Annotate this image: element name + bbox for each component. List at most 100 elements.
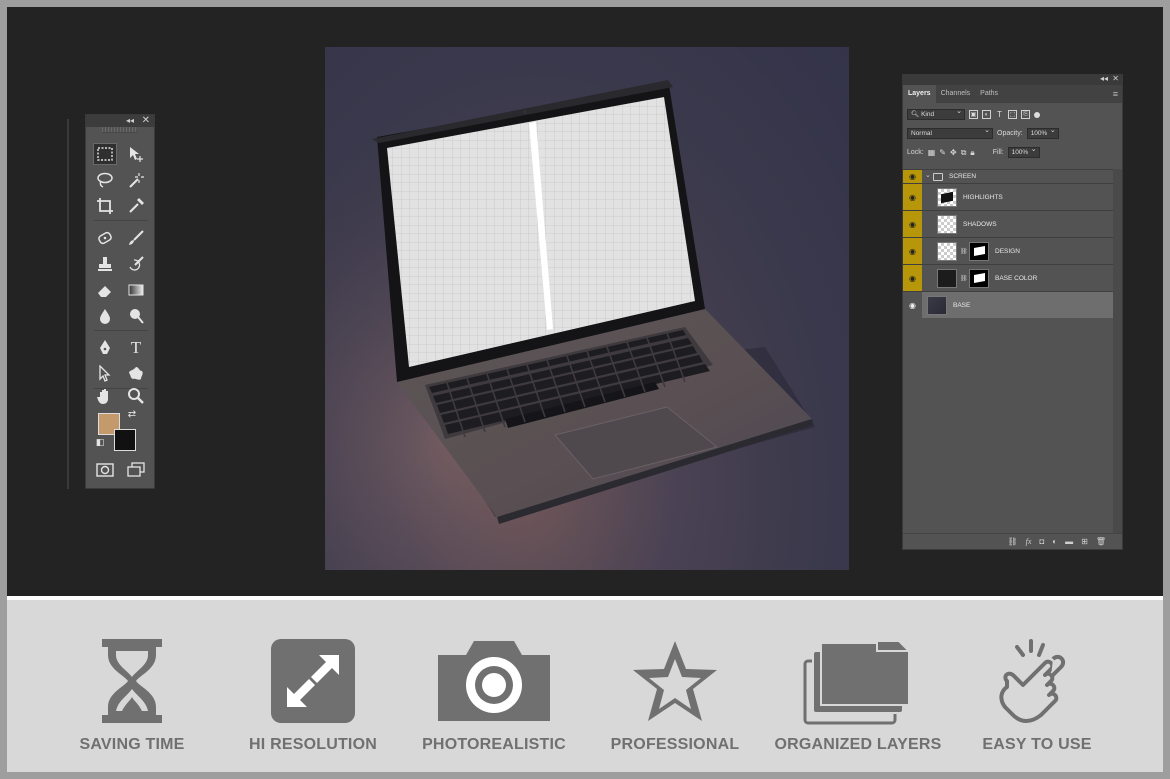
link-icon[interactable]: ⛓ [960, 248, 968, 255]
visibility-eye-icon[interactable]: ◉ [903, 265, 922, 291]
filter-kind-select[interactable]: 🔍︎ Kind [907, 107, 965, 120]
gradient-tool-icon[interactable] [124, 279, 148, 301]
layer-name: SHADOWS [963, 221, 997, 228]
pen-tool-icon[interactable] [93, 337, 117, 359]
double-chevron-left-icon[interactable]: ◂◂ [126, 115, 134, 127]
features-strip: SAVING TIME HI RESOLUTION PHOTOREALISTIC [7, 600, 1163, 772]
trash-icon[interactable]: 🗑︎ [1096, 537, 1106, 546]
tab-channels[interactable]: Channels [936, 85, 976, 103]
blend-mode-select[interactable]: Normal [907, 126, 993, 139]
visibility-eye-icon[interactable]: ◉ [903, 184, 922, 210]
lock-row: Lock: ▦ ✎ ✥ ⧉ 🔒︎ Fill: 100% [903, 143, 1122, 162]
lasso-tool-icon[interactable] [93, 169, 117, 191]
close-icon[interactable]: ✕ [1112, 74, 1119, 83]
lock-position-icon[interactable]: ✥ [950, 148, 957, 157]
layer-design[interactable]: ◉ ⛓ DESIGN [903, 237, 1114, 264]
tool-separator [94, 330, 148, 331]
filter-shape-icon[interactable]: ⬚ [1008, 110, 1017, 119]
layers-panel: ◂◂ ✕ Layers Channels Paths ≡ 🔍︎ Kind ▣ ◐… [902, 74, 1123, 550]
document-canvas[interactable] [325, 47, 849, 570]
quick-mask-icon[interactable] [93, 459, 117, 481]
tab-layers[interactable]: Layers [903, 85, 936, 103]
panel-dock-edge [67, 119, 69, 489]
tab-paths[interactable]: Paths [975, 85, 1003, 103]
visibility-eye-icon[interactable]: ◉ [903, 292, 922, 318]
folders-icon [803, 640, 912, 725]
feature-label: ORGANIZED LAYERS [774, 736, 942, 753]
background-color-swatch[interactable] [114, 429, 136, 451]
new-group-icon[interactable]: ▬ [1065, 537, 1073, 546]
layers-panel-header[interactable]: ◂◂ ✕ [903, 74, 1122, 85]
layer-filter-row: 🔍︎ Kind ▣ ◐ T ⬚ ⎘ [903, 105, 1122, 124]
marquee-tool-icon[interactable] [93, 143, 117, 165]
lock-transparency-icon[interactable]: ▦ [928, 148, 936, 157]
history-brush-tool-icon[interactable] [124, 253, 148, 275]
close-icon[interactable]: ✕ [142, 115, 150, 127]
default-colors-icon[interactable]: ◧ [92, 435, 108, 449]
zoom-tool-icon[interactable] [124, 385, 148, 407]
panel-menu-icon[interactable]: ≡ [1113, 89, 1118, 99]
feature-label: EASY TO USE [982, 736, 1092, 753]
double-chevron-left-icon[interactable]: ◂◂ [1100, 74, 1108, 83]
layer-group-screen[interactable]: ◉ ⌄ SCREEN [903, 169, 1114, 183]
healing-brush-tool-icon[interactable] [93, 227, 117, 249]
layer-shadows[interactable]: ◉ SHADOWS [903, 210, 1114, 237]
filter-pixel-icon[interactable]: ▣ [969, 110, 978, 119]
fill-label: Fill: [992, 149, 1004, 156]
feature-label: PHOTOREALISTIC [422, 736, 566, 753]
tools-panel-header[interactable]: ◂◂ ✕ [86, 115, 154, 127]
eraser-tool-icon[interactable] [93, 279, 117, 301]
layers-scrollbar[interactable] [1113, 169, 1122, 533]
panel-grip[interactable] [102, 127, 138, 133]
adjustment-layer-icon[interactable]: ◐ [1052, 537, 1057, 546]
eyedropper-tool-icon[interactable] [124, 195, 148, 217]
filter-type-icon[interactable]: T [995, 110, 1004, 119]
visibility-eye-icon[interactable]: ◉ [903, 211, 922, 237]
new-layer-icon[interactable]: ⊞ [1081, 537, 1088, 546]
hourglass-icon [102, 639, 162, 723]
brush-tool-icon[interactable] [124, 227, 148, 249]
layer-mask-thumbnail[interactable] [969, 242, 989, 261]
feature-organized-layers: ORGANIZED LAYERS [773, 636, 943, 754]
screen-mode-icon[interactable] [124, 459, 148, 481]
feature-professional: PROFESSIONAL [590, 636, 760, 754]
filter-adjustment-icon[interactable]: ◐ [982, 110, 991, 119]
lock-artboard-icon[interactable]: ⧉ [961, 148, 967, 158]
hand-tool-icon[interactable] [93, 385, 117, 407]
link-icon[interactable]: ⛓ [960, 275, 968, 282]
expand-arrows-icon [271, 639, 355, 723]
type-tool-icon[interactable]: T [124, 337, 148, 359]
layer-thumbnail [937, 215, 957, 234]
custom-shape-tool-icon[interactable] [124, 363, 148, 385]
filter-smart-object-icon[interactable]: ⎘ [1021, 110, 1030, 119]
move-tool-icon[interactable] [124, 143, 148, 165]
path-selection-tool-icon[interactable] [93, 363, 117, 385]
layer-base-color[interactable]: ◉ ⛓ BASE COLOR [903, 264, 1114, 291]
visibility-eye-icon[interactable]: ◉ [903, 238, 922, 264]
fx-icon[interactable]: fx [1026, 537, 1032, 546]
add-mask-icon[interactable]: ◘ [1039, 537, 1044, 546]
layer-mask-thumbnail[interactable] [969, 269, 989, 288]
camera-icon [438, 641, 550, 721]
layer-base[interactable]: ◉ BASE [903, 291, 1114, 318]
lock-all-icon[interactable]: 🔒︎ [970, 148, 974, 158]
filter-toggle-icon[interactable] [1034, 111, 1040, 118]
feature-label: PROFESSIONAL [610, 736, 740, 753]
link-layers-icon[interactable]: ⛓ [1008, 537, 1018, 546]
layer-name: HIGHLIGHTS [963, 194, 1003, 201]
lock-pixels-icon[interactable]: ✎ [939, 148, 946, 157]
clone-stamp-tool-icon[interactable] [93, 253, 117, 275]
visibility-eye-icon[interactable]: ◉ [903, 170, 922, 183]
chevron-down-icon[interactable]: ⌄ [925, 171, 931, 179]
blur-tool-icon[interactable] [93, 305, 117, 327]
magic-wand-tool-icon[interactable] [124, 169, 148, 191]
tap-hand-icon [999, 639, 1066, 723]
crop-tool-icon[interactable] [93, 195, 117, 217]
layer-list: ◉ ⌄ SCREEN ◉ HIGHLIGHTS ◉ SHADOWS ◉ ⛓ DE… [903, 169, 1114, 318]
opacity-input[interactable]: 100% [1026, 126, 1059, 139]
dodge-tool-icon[interactable] [124, 305, 148, 327]
swap-colors-icon[interactable]: ⇄ [124, 407, 140, 421]
layer-highlights[interactable]: ◉ HIGHLIGHTS [903, 183, 1114, 210]
feature-label: SAVING TIME [79, 736, 185, 753]
fill-input[interactable]: 100% [1007, 145, 1040, 158]
